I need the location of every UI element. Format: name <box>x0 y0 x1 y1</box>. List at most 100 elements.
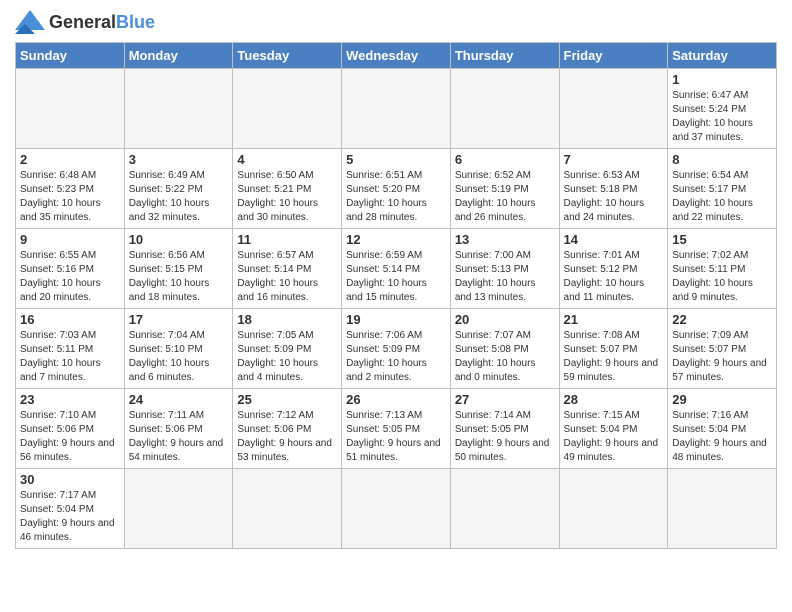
calendar-cell <box>16 69 125 149</box>
calendar-cell: 8 Sunrise: 6:54 AM Sunset: 5:17 PM Daylig… <box>668 149 777 229</box>
calendar-cell <box>233 69 342 149</box>
calendar-cell: 9 Sunrise: 6:55 AM Sunset: 5:16 PM Daylig… <box>16 229 125 309</box>
day-info: Sunrise: 6:59 AM Sunset: 5:14 PM Dayligh… <box>346 249 446 305</box>
day-number: 15 <box>672 232 772 247</box>
day-info: Sunrise: 6:54 AM Sunset: 5:17 PM Dayligh… <box>672 169 772 225</box>
day-number: 14 <box>564 232 664 247</box>
logo-text: GeneralBlue <box>49 12 155 33</box>
day-info: Sunrise: 7:12 AM Sunset: 5:06 PM Dayligh… <box>237 409 337 465</box>
day-number: 17 <box>129 312 229 327</box>
calendar-week-4: 16 Sunrise: 7:03 AM Sunset: 5:11 PM Dayli… <box>16 309 777 389</box>
day-number: 28 <box>564 392 664 407</box>
day-info: Sunrise: 7:06 AM Sunset: 5:09 PM Dayligh… <box>346 329 446 385</box>
calendar-cell: 22 Sunrise: 7:09 AM Sunset: 5:07 PM Dayli… <box>668 309 777 389</box>
calendar-cell: 25 Sunrise: 7:12 AM Sunset: 5:06 PM Dayli… <box>233 389 342 469</box>
calendar-week-3: 9 Sunrise: 6:55 AM Sunset: 5:16 PM Daylig… <box>16 229 777 309</box>
col-header-monday: Monday <box>124 43 233 69</box>
day-number: 8 <box>672 152 772 167</box>
day-info: Sunrise: 6:52 AM Sunset: 5:19 PM Dayligh… <box>455 169 555 225</box>
day-info: Sunrise: 7:14 AM Sunset: 5:05 PM Dayligh… <box>455 409 555 465</box>
day-info: Sunrise: 7:17 AM Sunset: 5:04 PM Dayligh… <box>20 489 120 545</box>
calendar-cell <box>668 469 777 549</box>
day-info: Sunrise: 7:05 AM Sunset: 5:09 PM Dayligh… <box>237 329 337 385</box>
col-header-saturday: Saturday <box>668 43 777 69</box>
day-number: 20 <box>455 312 555 327</box>
day-number: 3 <box>129 152 229 167</box>
col-header-wednesday: Wednesday <box>342 43 451 69</box>
calendar-cell <box>559 469 668 549</box>
day-info: Sunrise: 7:00 AM Sunset: 5:13 PM Dayligh… <box>455 249 555 305</box>
day-number: 16 <box>20 312 120 327</box>
day-info: Sunrise: 6:53 AM Sunset: 5:18 PM Dayligh… <box>564 169 664 225</box>
day-number: 30 <box>20 472 120 487</box>
col-header-sunday: Sunday <box>16 43 125 69</box>
day-info: Sunrise: 6:56 AM Sunset: 5:15 PM Dayligh… <box>129 249 229 305</box>
day-number: 18 <box>237 312 337 327</box>
day-number: 7 <box>564 152 664 167</box>
day-info: Sunrise: 7:10 AM Sunset: 5:06 PM Dayligh… <box>20 409 120 465</box>
calendar-cell: 5 Sunrise: 6:51 AM Sunset: 5:20 PM Daylig… <box>342 149 451 229</box>
day-info: Sunrise: 7:07 AM Sunset: 5:08 PM Dayligh… <box>455 329 555 385</box>
day-number: 29 <box>672 392 772 407</box>
day-number: 27 <box>455 392 555 407</box>
day-number: 5 <box>346 152 446 167</box>
calendar-cell: 16 Sunrise: 7:03 AM Sunset: 5:11 PM Dayli… <box>16 309 125 389</box>
day-number: 12 <box>346 232 446 247</box>
day-number: 1 <box>672 72 772 87</box>
calendar-cell: 10 Sunrise: 6:56 AM Sunset: 5:15 PM Dayli… <box>124 229 233 309</box>
calendar-cell: 28Sunrise: 7:15 AM Sunset: 5:04 PM Dayli… <box>559 389 668 469</box>
day-info: Sunrise: 7:03 AM Sunset: 5:11 PM Dayligh… <box>20 329 120 385</box>
calendar-cell: 11 Sunrise: 6:57 AM Sunset: 5:14 PM Dayli… <box>233 229 342 309</box>
day-info: Sunrise: 7:13 AM Sunset: 5:05 PM Dayligh… <box>346 409 446 465</box>
calendar-cell: 17Sunrise: 7:04 AM Sunset: 5:10 PM Dayli… <box>124 309 233 389</box>
day-info: Sunrise: 6:47 AM Sunset: 5:24 PM Dayligh… <box>672 89 772 145</box>
day-number: 21 <box>564 312 664 327</box>
calendar-cell <box>342 469 451 549</box>
calendar-week-5: 23 Sunrise: 7:10 AM Sunset: 5:06 PM Dayli… <box>16 389 777 469</box>
calendar-cell: 23 Sunrise: 7:10 AM Sunset: 5:06 PM Dayli… <box>16 389 125 469</box>
calendar-cell: 15 Sunrise: 7:02 AM Sunset: 5:11 PM Dayli… <box>668 229 777 309</box>
calendar-cell: 2Sunrise: 6:48 AM Sunset: 5:23 PM Daylig… <box>16 149 125 229</box>
day-number: 11 <box>237 232 337 247</box>
calendar-cell <box>559 69 668 149</box>
calendar-cell <box>233 469 342 549</box>
calendar-cell: 18 Sunrise: 7:05 AM Sunset: 5:09 PM Dayli… <box>233 309 342 389</box>
day-number: 19 <box>346 312 446 327</box>
day-info: Sunrise: 6:50 AM Sunset: 5:21 PM Dayligh… <box>237 169 337 225</box>
day-number: 22 <box>672 312 772 327</box>
day-info: Sunrise: 6:51 AM Sunset: 5:20 PM Dayligh… <box>346 169 446 225</box>
calendar-cell: 1 Sunrise: 6:47 AM Sunset: 5:24 PM Daylig… <box>668 69 777 149</box>
day-info: Sunrise: 7:08 AM Sunset: 5:07 PM Dayligh… <box>564 329 664 385</box>
logo: GeneralBlue <box>15 10 155 34</box>
day-info: Sunrise: 7:01 AM Sunset: 5:12 PM Dayligh… <box>564 249 664 305</box>
calendar-cell <box>124 69 233 149</box>
day-info: Sunrise: 6:55 AM Sunset: 5:16 PM Dayligh… <box>20 249 120 305</box>
day-number: 6 <box>455 152 555 167</box>
calendar-week-1: 1 Sunrise: 6:47 AM Sunset: 5:24 PM Daylig… <box>16 69 777 149</box>
day-number: 23 <box>20 392 120 407</box>
calendar-cell <box>342 69 451 149</box>
day-number: 10 <box>129 232 229 247</box>
day-number: 4 <box>237 152 337 167</box>
calendar-cell: 21 Sunrise: 7:08 AM Sunset: 5:07 PM Dayli… <box>559 309 668 389</box>
day-number: 9 <box>20 232 120 247</box>
calendar-cell: 6 Sunrise: 6:52 AM Sunset: 5:19 PM Daylig… <box>450 149 559 229</box>
calendar-cell <box>450 469 559 549</box>
calendar-week-2: 2Sunrise: 6:48 AM Sunset: 5:23 PM Daylig… <box>16 149 777 229</box>
header: GeneralBlue <box>15 10 777 34</box>
calendar-cell: 13 Sunrise: 7:00 AM Sunset: 5:13 PM Dayli… <box>450 229 559 309</box>
day-info: Sunrise: 7:11 AM Sunset: 5:06 PM Dayligh… <box>129 409 229 465</box>
calendar-cell: 14 Sunrise: 7:01 AM Sunset: 5:12 PM Dayli… <box>559 229 668 309</box>
day-number: 24 <box>129 392 229 407</box>
day-info: Sunrise: 6:57 AM Sunset: 5:14 PM Dayligh… <box>237 249 337 305</box>
calendar-cell: 7 Sunrise: 6:53 AM Sunset: 5:18 PM Daylig… <box>559 149 668 229</box>
day-number: 25 <box>237 392 337 407</box>
calendar-cell: 19 Sunrise: 7:06 AM Sunset: 5:09 PM Dayli… <box>342 309 451 389</box>
calendar-header-row: SundayMondayTuesdayWednesdayThursdayFrid… <box>16 43 777 69</box>
calendar-table: SundayMondayTuesdayWednesdayThursdayFrid… <box>15 42 777 549</box>
day-number: 26 <box>346 392 446 407</box>
day-number: 2 <box>20 152 120 167</box>
day-number: 13 <box>455 232 555 247</box>
day-info: Sunrise: 7:02 AM Sunset: 5:11 PM Dayligh… <box>672 249 772 305</box>
day-info: Sunrise: 7:09 AM Sunset: 5:07 PM Dayligh… <box>672 329 772 385</box>
